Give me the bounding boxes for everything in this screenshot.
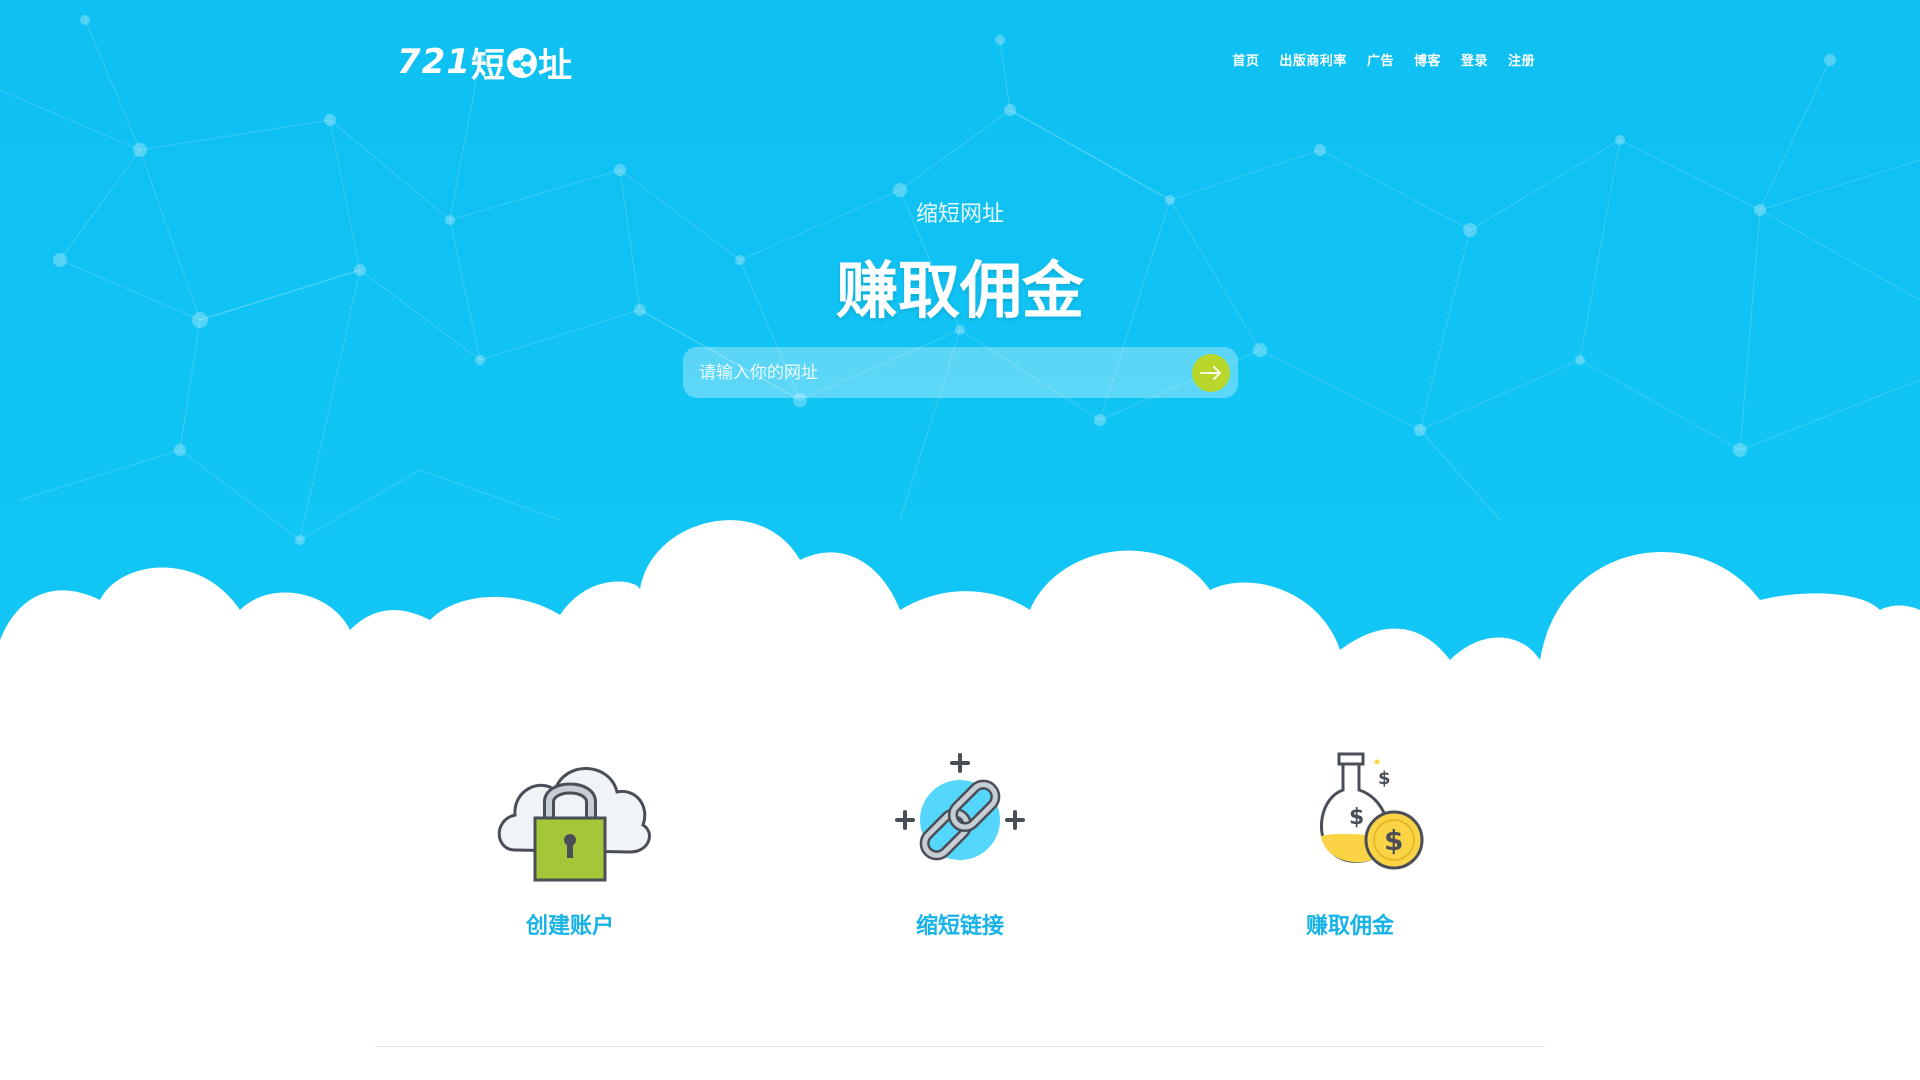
hero-headline: 赚取佣金	[835, 254, 1084, 327]
url-shorten-form	[683, 347, 1238, 398]
top-navigation-bar: 721 短 址 首页 出版商利率 广告 博客 登录 注册	[0, 0, 1920, 120]
feature-label: 创建账户	[525, 914, 614, 939]
money-flask-icon: $ $ $	[1319, 752, 1424, 870]
svg-text:$: $	[1384, 824, 1403, 857]
nav-blog[interactable]: 博客	[1414, 50, 1441, 69]
feature-label: 赚取佣金	[1305, 914, 1394, 939]
cloud-divider	[0, 520, 1920, 690]
site-logo[interactable]: 721 短 址	[397, 40, 573, 86]
svg-text:$: $	[1378, 768, 1391, 789]
logo-text: 短	[470, 45, 506, 86]
feature-shorten-link: 缩短链接	[810, 740, 1110, 940]
nav-login[interactable]: 登录	[1461, 50, 1488, 69]
hero-section: 721 短 址 首页 出版商利率 广告 博客 登录 注册 缩短网址 赚取佣金 请…	[0, 0, 1920, 690]
feature-label: 缩短链接	[915, 914, 1004, 939]
nav-register[interactable]: 注册	[1508, 50, 1535, 69]
nav-advertising[interactable]: 广告	[1367, 50, 1394, 69]
section-divider	[375, 1046, 1545, 1047]
features-section: 创建账户 缩短链接 $ $ $ 赚取佣金	[0, 740, 1920, 960]
chain-link-icon	[895, 753, 1025, 861]
nav-publisher-rates[interactable]: 出版商利率	[1279, 50, 1347, 69]
feature-create-account: 创建账户	[420, 740, 720, 940]
cloud-lock-icon	[497, 767, 651, 882]
main-nav: 首页 出版商利率 广告 博客 登录 注册	[1232, 50, 1535, 69]
shorten-submit-button[interactable]	[1192, 353, 1230, 392]
logo-text-2: 址	[537, 45, 573, 86]
arrow-right-icon	[1200, 365, 1222, 380]
logo-number: 721	[397, 42, 471, 82]
share-node-icon	[506, 48, 537, 78]
url-input[interactable]	[683, 347, 1192, 398]
feature-earn-commission: $ $ $ 赚取佣金	[1200, 740, 1500, 940]
hero-subtitle: 缩短网址	[915, 202, 1004, 227]
nav-home[interactable]: 首页	[1232, 50, 1259, 69]
svg-text:$: $	[1349, 805, 1364, 830]
